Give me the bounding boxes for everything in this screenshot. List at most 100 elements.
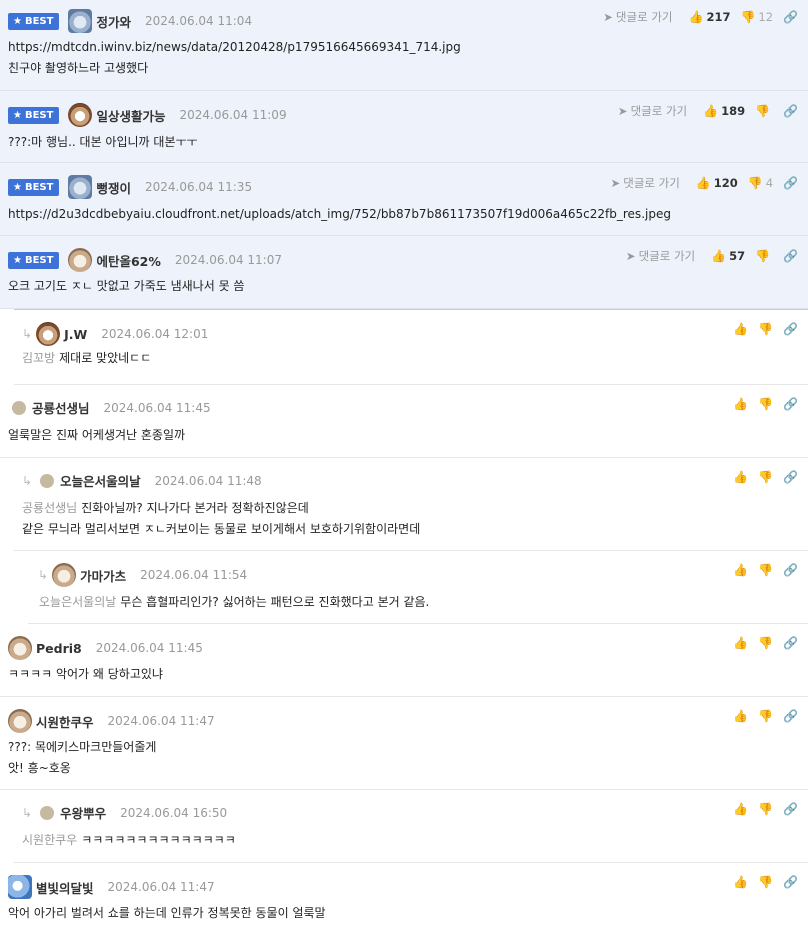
thumbs-down-icon[interactable]: 👎 bbox=[758, 636, 773, 650]
reply-comment: ↳ 오늘은서울의날 2024.06.04 11:48 👍 👎 🔗 공룡선생님 진화… bbox=[14, 458, 808, 551]
nickname[interactable]: 우왕뿌우 bbox=[60, 803, 106, 822]
thumbs-down-icon[interactable]: 👎 bbox=[758, 563, 773, 577]
goto-comment-link[interactable]: ➤ 댓글로 가기 bbox=[611, 175, 680, 191]
thumbs-up-icon[interactable]: 👍 bbox=[733, 636, 748, 650]
avatar[interactable] bbox=[68, 103, 93, 127]
comment-body: ㅋㅋㅋㅋ 악어가 왜 당하고있냐 bbox=[8, 667, 163, 681]
nickname[interactable]: 일상생활가능 bbox=[96, 106, 165, 125]
reply-comment: ↳ J.W 2024.06.04 12:01 👍 👎 🔗 김꼬방 제대로 맞았네ㄷ… bbox=[14, 309, 808, 385]
comment-date: 2024.06.04 11:07 bbox=[174, 253, 282, 267]
goto-comment-link[interactable]: ➤ 댓글로 가기 bbox=[626, 248, 695, 264]
comment-date: 2024.06.04 16:50 bbox=[120, 805, 228, 820]
thumbs-down-icon[interactable]: 👎 bbox=[758, 875, 773, 889]
link-icon[interactable]: 🔗 bbox=[783, 104, 798, 118]
avatar[interactable] bbox=[8, 636, 32, 660]
comment: Pedri8 2024.06.04 11:45 👍 👎 🔗 ㅋㅋㅋㅋ 악어가 왜… bbox=[0, 624, 808, 697]
comment-date: 2024.06.04 11:04 bbox=[144, 14, 253, 28]
link-icon[interactable]: 🔗 bbox=[783, 802, 798, 816]
comment-body: 얼룩말은 진짜 어케생겨난 혼종일까 bbox=[8, 428, 186, 442]
thumbs-up-icon[interactable]: 👍 bbox=[733, 322, 748, 336]
thumbs-down-icon[interactable]: 👎 bbox=[758, 802, 773, 816]
nickname[interactable]: 시원한쿠우 bbox=[36, 712, 94, 731]
thumbs-down-icon[interactable]: 👎 bbox=[758, 322, 773, 336]
comment-body: 김꼬방 제대로 맞았네ㄷㄷ bbox=[22, 351, 152, 365]
nickname[interactable]: 에탄올62% bbox=[96, 251, 160, 270]
thumbs-down-icon: 👎 bbox=[755, 249, 771, 263]
like-button[interactable]: 👍 120 bbox=[696, 176, 738, 190]
reply-comment: ↳ 가마가츠 2024.06.04 11:54 👍 👎 🔗 오늘은서울의날 무슨 … bbox=[28, 551, 808, 624]
link-icon[interactable]: 🔗 bbox=[783, 249, 798, 263]
dislike-button[interactable]: 👎 bbox=[755, 249, 773, 263]
link-icon[interactable]: 🔗 bbox=[783, 176, 798, 190]
arrow-icon: ➤ bbox=[610, 176, 621, 190]
comment-body: https://mdtcdn.iwinv.biz/news/data/20120… bbox=[8, 40, 461, 75]
mention[interactable]: 시원한쿠우 bbox=[22, 833, 77, 847]
thumbs-up-icon: 👍 bbox=[703, 104, 719, 118]
avatar[interactable] bbox=[40, 473, 55, 488]
comment-date: 2024.06.04 11:09 bbox=[179, 108, 287, 122]
avatar[interactable] bbox=[36, 322, 61, 346]
avatar[interactable] bbox=[52, 563, 77, 587]
avatar[interactable] bbox=[68, 9, 93, 33]
arrow-icon: ➤ bbox=[617, 104, 628, 118]
dislike-button[interactable]: 👎 4 bbox=[748, 176, 773, 190]
best-comment: ★ BEST 뻥쟁이 2024.06.04 11:35 ➤ 댓글로 가기 👍 120 … bbox=[0, 163, 808, 236]
like-button[interactable]: 👍 189 bbox=[703, 104, 745, 118]
link-icon[interactable]: 🔗 bbox=[783, 636, 798, 650]
best-comment: ★ BEST 정가와 2024.06.04 11:04 ➤ 댓글로 가기 👍 217 … bbox=[0, 0, 808, 91]
star-icon: ★ bbox=[13, 109, 22, 121]
thumbs-up-icon[interactable]: 👍 bbox=[733, 875, 748, 889]
thumbs-down-icon[interactable]: 👎 bbox=[758, 397, 773, 411]
comment-date: 2024.06.04 11:35 bbox=[144, 180, 253, 194]
mention[interactable]: 오늘은서울의날 bbox=[39, 595, 116, 609]
mention[interactable]: 공룡선생님 bbox=[22, 501, 77, 515]
thumbs-up-icon[interactable]: 👍 bbox=[733, 563, 748, 577]
link-icon[interactable]: 🔗 bbox=[783, 470, 798, 484]
goto-comment-link[interactable]: ➤ 댓글로 가기 bbox=[618, 103, 687, 119]
comment-list: ★ BEST 정가와 2024.06.04 11:04 ➤ 댓글로 가기 👍 217 … bbox=[0, 0, 808, 932]
nickname[interactable]: 가마가츠 bbox=[80, 566, 126, 585]
comment-body: 공룡선생님 진화아닐까? 지나가다 본거라 정확하진않은데 같은 무늬라 멀리서보… bbox=[22, 501, 421, 536]
avatar[interactable] bbox=[68, 248, 93, 272]
thumbs-up-icon[interactable]: 👍 bbox=[733, 709, 748, 723]
avatar[interactable] bbox=[40, 805, 55, 820]
star-icon: ★ bbox=[13, 254, 22, 266]
link-icon[interactable]: 🔗 bbox=[783, 563, 798, 577]
nickname[interactable]: 공룡선생님 bbox=[32, 398, 90, 417]
best-badge: ★ BEST bbox=[8, 251, 60, 269]
link-icon[interactable]: 🔗 bbox=[783, 397, 798, 411]
avatar[interactable] bbox=[8, 875, 32, 899]
nickname[interactable]: 오늘은서울의날 bbox=[60, 471, 141, 490]
nickname[interactable]: 뻥쟁이 bbox=[96, 178, 131, 197]
nickname[interactable]: 정가와 bbox=[96, 12, 131, 31]
best-badge: ★ BEST bbox=[8, 106, 60, 124]
avatar[interactable] bbox=[12, 400, 26, 415]
link-icon[interactable]: 🔗 bbox=[783, 875, 798, 889]
mention[interactable]: 김꼬방 bbox=[22, 351, 55, 365]
goto-comment-link[interactable]: ➤ 댓글로 가기 bbox=[603, 9, 672, 25]
thumbs-down-icon[interactable]: 👎 bbox=[758, 470, 773, 484]
link-icon[interactable]: 🔗 bbox=[783, 10, 798, 24]
avatar[interactable] bbox=[8, 709, 32, 733]
thumbs-down-icon[interactable]: 👎 bbox=[758, 709, 773, 723]
thumbs-up-icon[interactable]: 👍 bbox=[733, 470, 748, 484]
dislike-button[interactable]: 👎 12 bbox=[740, 10, 773, 24]
nickname[interactable]: Pedri8 bbox=[36, 641, 82, 656]
thumbs-up-icon: 👍 bbox=[688, 10, 704, 24]
comment: 공룡선생님 2024.06.04 11:45 👍 👎 🔗 얼룩말은 진짜 어케생… bbox=[0, 385, 808, 458]
thumbs-up-icon[interactable]: 👍 bbox=[733, 802, 748, 816]
dislike-button[interactable]: 👎 bbox=[755, 104, 773, 118]
comment-date: 2024.06.04 11:47 bbox=[107, 714, 215, 728]
nickname[interactable]: 별빛의달빛 bbox=[36, 878, 94, 897]
link-icon[interactable]: 🔗 bbox=[783, 709, 798, 723]
link-icon[interactable]: 🔗 bbox=[783, 322, 798, 336]
comment-date: 2024.06.04 11:48 bbox=[154, 473, 262, 488]
avatar[interactable] bbox=[68, 175, 93, 199]
nickname[interactable]: J.W bbox=[64, 327, 87, 342]
like-button[interactable]: 👍 57 bbox=[711, 249, 745, 263]
thumbs-up-icon: 👍 bbox=[711, 249, 727, 263]
comment-body: ???: 목에키스마크만들어줄게 앗! 흥~호옹 bbox=[8, 740, 157, 775]
like-button[interactable]: 👍 217 bbox=[688, 10, 730, 24]
thumbs-up-icon[interactable]: 👍 bbox=[733, 397, 748, 411]
thumbs-down-icon: 👎 bbox=[755, 104, 771, 118]
